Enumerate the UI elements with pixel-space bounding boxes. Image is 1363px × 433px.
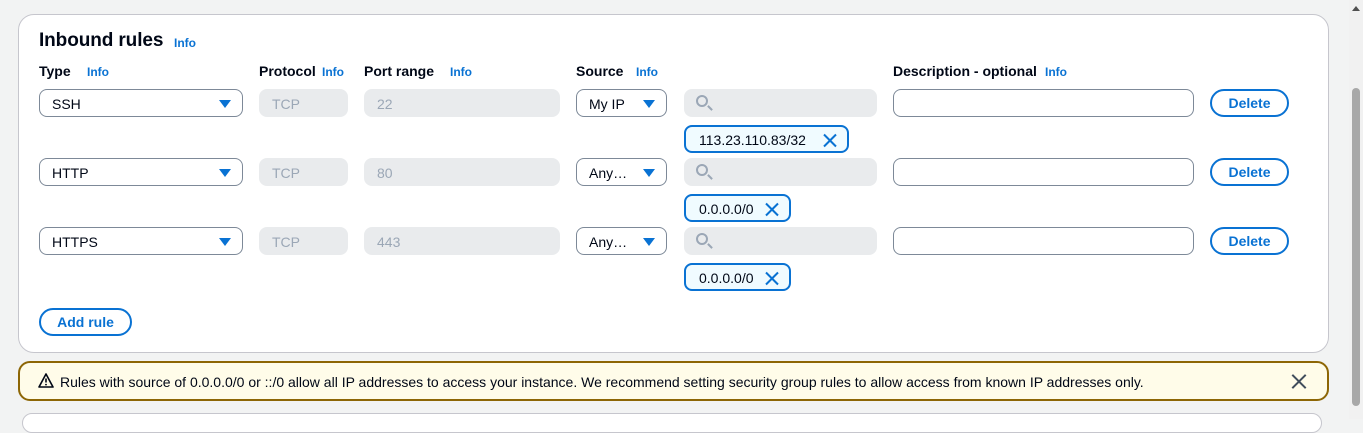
close-icon[interactable] (765, 202, 779, 216)
add-rule-button[interactable]: Add rule (39, 308, 132, 336)
alert-message: Rules with source of 0.0.0.0/0 or ::/0 a… (60, 374, 1144, 390)
header-protocol: Protocol (259, 63, 316, 79)
caret-down-icon (219, 100, 231, 108)
close-icon[interactable] (1291, 374, 1307, 390)
rule-3-delete-button[interactable]: Delete (1210, 227, 1289, 255)
rule-2-source-select[interactable]: Any… (576, 158, 667, 186)
header-type: Type (39, 63, 71, 79)
rule-1-source-value: My IP (589, 96, 625, 112)
rule-1-cidr-search[interactable] (684, 89, 877, 117)
source-info-link[interactable]: Info (636, 65, 658, 79)
rule-2-cidr-search[interactable] (684, 158, 877, 186)
close-icon[interactable] (765, 271, 779, 285)
rule-3-cidr-search[interactable] (684, 227, 877, 255)
warning-icon (38, 373, 54, 388)
rule-2-description-input[interactable] (893, 158, 1194, 186)
page-scrollbar[interactable] (1349, 0, 1363, 419)
rule-2-type-value: HTTP (52, 165, 89, 181)
rule-1-delete-button[interactable]: Delete (1210, 89, 1289, 117)
protocol-info-link[interactable]: Info (322, 65, 344, 79)
rule-2-port-range: 80 (364, 158, 560, 186)
rule-3-protocol: TCP (259, 227, 348, 255)
description-info-link[interactable]: Info (1045, 65, 1067, 79)
warning-alert: Rules with source of 0.0.0.0/0 or ::/0 a… (18, 361, 1329, 401)
header-port-range: Port range (364, 63, 435, 79)
close-icon[interactable] (823, 133, 837, 147)
rule-1-cidr-token: 113.23.110.83/32 (684, 125, 849, 153)
rule-3-cidr-token: 0.0.0.0/0 (684, 263, 791, 291)
caret-down-icon (643, 169, 655, 177)
rule-3-cidr-value: 0.0.0.0/0 (699, 270, 754, 286)
rule-1-protocol: TCP (259, 89, 348, 117)
rule-1-type-select[interactable]: SSH (39, 89, 243, 117)
port-range-info-link[interactable]: Info (450, 65, 472, 79)
title-info-link[interactable]: Info (174, 36, 196, 50)
rule-3-type-select[interactable]: HTTPS (39, 227, 243, 255)
search-icon (696, 164, 708, 176)
section-title: Inbound rules (39, 30, 164, 51)
rule-2-type-select[interactable]: HTTP (39, 158, 243, 186)
rule-1-type-value: SSH (52, 96, 81, 112)
rule-2-cidr-token: 0.0.0.0/0 (684, 194, 791, 222)
rule-1-description-input[interactable] (893, 89, 1194, 117)
rule-2-delete-button[interactable]: Delete (1210, 158, 1289, 186)
rule-3-source-select[interactable]: Any… (576, 227, 667, 255)
rule-2-cidr-value: 0.0.0.0/0 (699, 201, 754, 217)
search-icon (696, 95, 708, 107)
caret-down-icon (643, 238, 655, 246)
caret-down-icon (219, 238, 231, 246)
scroll-up-icon[interactable] (1352, 6, 1360, 11)
type-info-link[interactable]: Info (87, 65, 109, 79)
scroll-thumb[interactable] (1352, 88, 1360, 406)
rule-2-source-value: Any… (589, 165, 628, 181)
rule-3-source-value: Any… (589, 234, 628, 250)
next-section-panel (22, 413, 1322, 433)
header-description: Description - optional (893, 63, 1037, 79)
rule-1-source-select[interactable]: My IP (576, 89, 667, 117)
rule-1-cidr-value: 113.23.110.83/32 (699, 132, 806, 148)
search-icon (696, 233, 708, 245)
caret-down-icon (219, 169, 231, 177)
caret-down-icon (643, 100, 655, 108)
rule-3-description-input[interactable] (893, 227, 1194, 255)
rule-1-port-range: 22 (364, 89, 560, 117)
rule-3-port-range: 443 (364, 227, 560, 255)
rule-2-protocol: TCP (259, 158, 348, 186)
rule-3-type-value: HTTPS (52, 234, 98, 250)
header-source: Source (576, 63, 624, 79)
